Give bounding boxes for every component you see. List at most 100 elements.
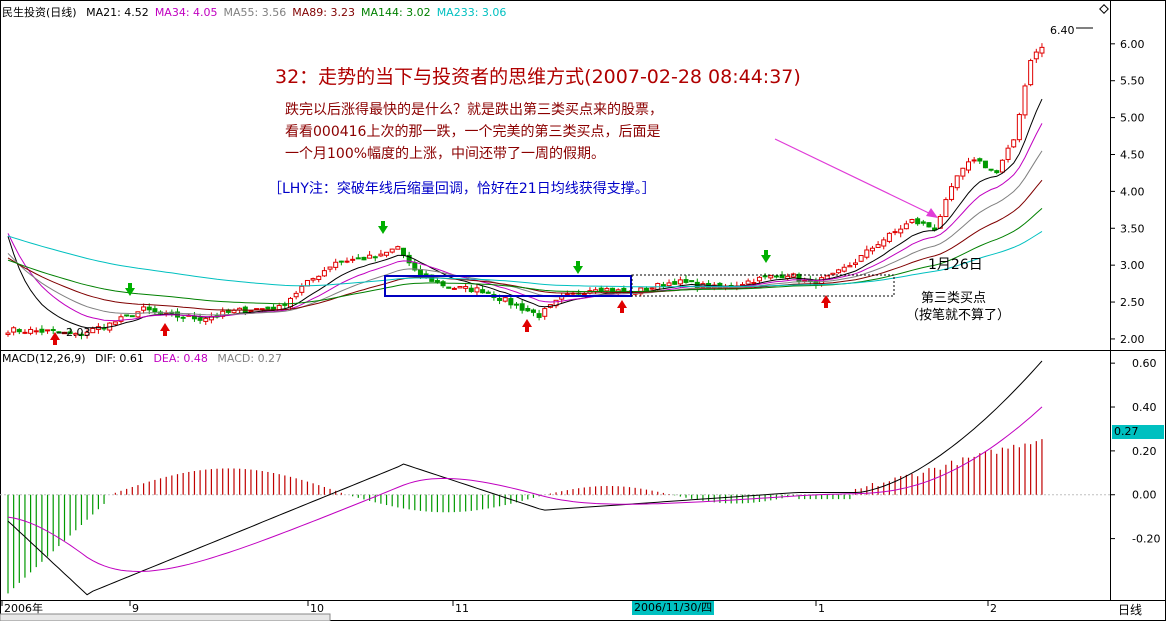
high-price-label: 6.40 [1050,24,1075,37]
candle-body [50,329,56,332]
candle-body [689,280,695,283]
period-button[interactable]: 日线 [1118,601,1142,618]
candle-body [683,279,689,283]
candle-body [982,160,988,169]
price-tick-label: 4.50 [1120,148,1145,161]
price-tick-label: 2.00 [1120,333,1145,346]
buy-signal-arrow [522,319,532,327]
sell-signal-arrow-stem [576,261,580,266]
candle-body [389,248,395,253]
candle-body [282,303,288,306]
candle-body [350,258,356,261]
buy-signal-arrow-stem [824,303,828,308]
x-tick-label: 10 [310,602,324,615]
buy-signal-arrow [617,300,627,308]
candle-body [146,306,152,311]
stock-name-label: 民生投资(日线) [2,6,77,19]
x-tick-label: 2 [990,602,997,615]
candle-body [960,167,966,177]
candle-body [875,244,881,248]
candle-body [28,328,34,334]
candle-body [203,317,209,322]
candle-body [604,288,610,292]
callout-arrow-line [774,138,936,217]
candle-body [525,307,531,312]
candle-body [909,219,915,223]
candle-body [231,309,237,314]
ma-legend-item: MA55: 3.56 [223,6,287,19]
buy-signal-arrow [821,295,831,303]
price-tick-label: 2.50 [1120,296,1145,309]
candle-body [124,314,130,317]
macd-tick-label: 0.00 [1132,489,1157,502]
sell-signal-arrow [378,226,388,234]
candle-body [564,293,570,296]
macd-tick-label: 0.20 [1132,445,1157,458]
candle-body [514,303,519,306]
candle-body [135,311,141,318]
candle-body [22,331,28,334]
candle-body [248,310,254,313]
cursor-date-label: 2006/11/30/四 [632,601,715,615]
candle-body [33,330,39,333]
macd-dea: DEA: 0.48 [153,352,208,365]
x-tick-label: 11 [455,602,469,615]
candle-body [892,231,898,234]
candle-body [954,175,960,189]
macd-legend: MACD(12,26,9) DIF: 0.61 DEA: 0.48 MACD: … [2,352,282,365]
candle-body [39,328,45,333]
candle-body [333,261,339,268]
candle-body [457,286,463,289]
candle-body [316,275,322,281]
candle-body [768,275,774,279]
candle-body [254,308,260,311]
x-tick-label: 1 [818,602,825,615]
candle-body [536,313,542,318]
candle-body [451,287,457,290]
candle-body [417,269,423,277]
candle-body [830,272,836,276]
candle-body [265,306,271,310]
x-tick-label: 9 [132,602,139,615]
candle-body [988,168,994,171]
macd-current-value-badge: 0.27 [1112,425,1164,439]
date-mark-label: 1月26日 [928,257,983,273]
candle-body [672,281,678,285]
candle-body [666,282,672,287]
price-tick-label: 3.00 [1120,259,1145,272]
candle-body [361,256,367,261]
ma-legend-item: MA233: 3.06 [436,6,507,19]
bottom-tab-strip [0,613,331,621]
candle-body [367,254,373,259]
ma-legend-item: MA34: 4.05 [154,6,218,19]
candle-body [836,269,842,274]
candle-body [660,284,666,288]
candle-body [920,221,926,224]
candle-body [581,293,587,296]
candle-body [304,279,310,287]
diamond-marker [1099,4,1109,14]
candle-body [45,329,51,332]
candle-body [293,292,299,298]
candle-body [355,257,361,260]
price-tick-label: 6.00 [1120,38,1145,51]
candle-body [16,329,22,333]
candle-body [480,289,486,294]
buy-signal-arrow [160,323,170,331]
candle-body [858,255,864,262]
candle-body [869,247,875,252]
ma-legend-item: MA89: 3.23 [292,6,355,19]
candle-body [372,256,378,259]
price-tick-label: 4.00 [1120,185,1145,198]
article-body-line-1: 跌完以后涨得最快的是什么？就是跌出第三类买点来的股票， [285,102,663,118]
candle-body [468,287,474,293]
candle-body [497,297,503,301]
candle-body [485,291,491,294]
candle-body [197,317,203,321]
candle-body [762,275,768,278]
ma-legend: 民生投资(日线) MA21: 4.52 MA34: 4.05 MA55: 3.56 M… [2,4,506,20]
candle-body [338,260,344,263]
candle-body [440,281,446,287]
candle-body [321,270,327,277]
candle-body [847,265,853,268]
